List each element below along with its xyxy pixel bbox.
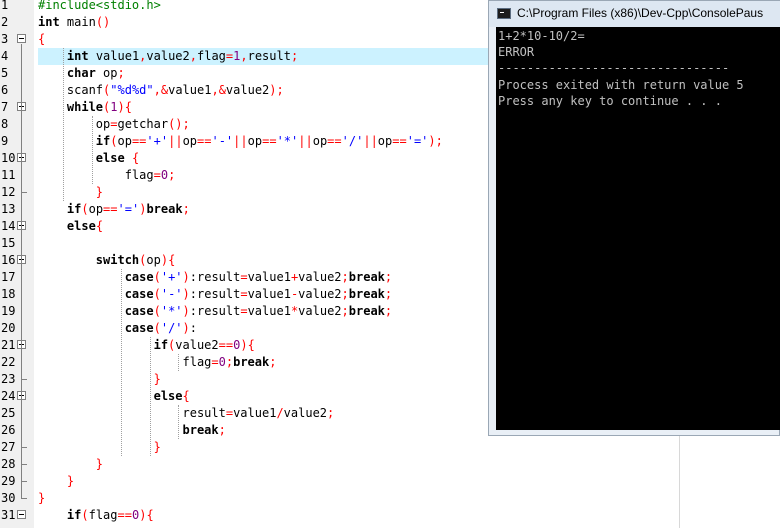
code-text-area[interactable]: }: [38, 490, 780, 507]
indent-guide: [178, 405, 180, 439]
code-text: else {: [95, 151, 140, 165]
code-text: else{: [153, 389, 190, 403]
console-window[interactable]: C:\Program Files (x86)\Dev-Cpp\ConsolePa…: [488, 0, 780, 436]
code-text: }: [153, 440, 161, 454]
line-number: 26: [1, 423, 16, 437]
code-line[interactable]: 30}: [0, 490, 780, 507]
fold-end-mark: [21, 464, 27, 465]
line-number: 9: [1, 134, 9, 148]
code-text: case('-'):result=value1-value2;break;: [124, 287, 393, 301]
fold-range-line: [21, 350, 22, 379]
line-number: 27: [1, 440, 16, 454]
console-output[interactable]: 1+2*10-10/2= ERROR ---------------------…: [496, 27, 780, 430]
code-line[interactable]: 31 if(flag==0){: [0, 507, 780, 524]
fold-end-mark: [21, 379, 27, 380]
line-number: 21: [1, 338, 16, 352]
code-line[interactable]: 27 }: [0, 439, 780, 456]
fold-end-mark: [21, 192, 27, 193]
code-text: }: [38, 491, 46, 505]
line-number: 29: [1, 474, 16, 488]
line-number: 3: [1, 32, 9, 46]
line-number: 1: [1, 0, 9, 12]
indent-guide: [178, 354, 180, 371]
code-text: char op;: [66, 66, 125, 80]
console-titlebar[interactable]: C:\Program Files (x86)\Dev-Cpp\ConsolePa…: [489, 1, 780, 27]
code-text-area[interactable]: if(flag==0){: [38, 507, 780, 524]
line-number: 24: [1, 389, 16, 403]
code-text: if(op=='+'||op=='-'||op=='*'||op=='/'||o…: [95, 134, 443, 148]
code-text: while(1){: [66, 100, 132, 114]
fold-end-mark: [21, 447, 27, 448]
code-text: }: [153, 372, 161, 386]
line-number: 17: [1, 270, 16, 284]
fold-toggle-icon[interactable]: [17, 34, 26, 43]
line-number: 20: [1, 321, 16, 335]
code-text: case('+'):result=value1+value2;break;: [124, 270, 393, 284]
code-text: #include<stdio.h>: [38, 0, 161, 12]
indent-guide: [149, 337, 151, 456]
code-text: result=value1/value2;: [38, 406, 335, 420]
code-text: int main(): [38, 15, 111, 29]
line-number: 5: [1, 66, 9, 80]
fold-end-mark: [21, 481, 27, 482]
console-line: 1+2*10-10/2=: [498, 29, 585, 43]
fold-range-line: [21, 163, 22, 192]
console-app-icon: [497, 8, 511, 19]
line-number: 11: [1, 168, 16, 182]
line-number: 25: [1, 406, 16, 420]
console-line: Press any key to continue . . .: [498, 94, 722, 108]
line-number: 14: [1, 219, 16, 233]
fold-toggle-icon[interactable]: [17, 510, 26, 519]
code-text: else{: [66, 219, 104, 233]
line-number: 15: [1, 236, 16, 250]
line-number: 28: [1, 457, 16, 471]
indent-guide: [62, 48, 64, 201]
console-line: Process exited with return value 5: [498, 78, 744, 92]
code-text: scanf("%d%d",&value1,&value2);: [38, 83, 284, 97]
code-text: flag=0;: [38, 168, 176, 182]
line-number: 23: [1, 372, 16, 386]
line-number: 8: [1, 117, 9, 131]
line-number: 12: [1, 185, 16, 199]
fold-range-line: [21, 401, 22, 447]
line-number: 30: [1, 491, 16, 505]
code-text: }: [66, 474, 75, 488]
code-text: if(flag==0){: [66, 508, 154, 522]
line-number: 19: [1, 304, 16, 318]
code-text: }: [95, 185, 104, 199]
code-text: flag=0;break;: [38, 355, 277, 369]
code-text: case('*'):result=value1*value2;break;: [124, 304, 393, 318]
line-number: 6: [1, 83, 9, 97]
line-number: 31: [1, 508, 16, 522]
line-number: 7: [1, 100, 9, 114]
line-number: 2: [1, 15, 9, 29]
indent-guide: [91, 116, 93, 184]
line-number: 10: [1, 151, 16, 165]
code-text: if(value2==0){: [153, 338, 255, 352]
console-line: ERROR: [498, 45, 535, 59]
indent-guide: [120, 269, 122, 456]
code-text: {: [38, 32, 46, 46]
code-line[interactable]: 28 }: [0, 456, 780, 473]
console-separator: --------------------------------: [498, 61, 730, 75]
line-number: 22: [1, 355, 16, 369]
line-number: 16: [1, 253, 16, 267]
code-text-area[interactable]: }: [38, 456, 780, 473]
code-text-area[interactable]: }: [38, 473, 780, 490]
fold-end-mark: [21, 498, 27, 499]
code-text: switch(op){: [95, 253, 176, 267]
code-text: op=getchar();: [38, 117, 190, 131]
code-text: case('/'):: [124, 321, 197, 335]
code-text: break;: [182, 423, 226, 437]
code-text: int value1,value2,flag=1,result;: [66, 49, 299, 63]
console-title: C:\Program Files (x86)\Dev-Cpp\ConsolePa…: [517, 6, 764, 20]
code-text: }: [95, 457, 104, 471]
code-text: if(op=='=')break;: [66, 202, 190, 216]
line-number: 4: [1, 49, 9, 63]
line-number: 13: [1, 202, 16, 216]
code-line[interactable]: 29 }: [0, 473, 780, 490]
line-number: 18: [1, 287, 16, 301]
